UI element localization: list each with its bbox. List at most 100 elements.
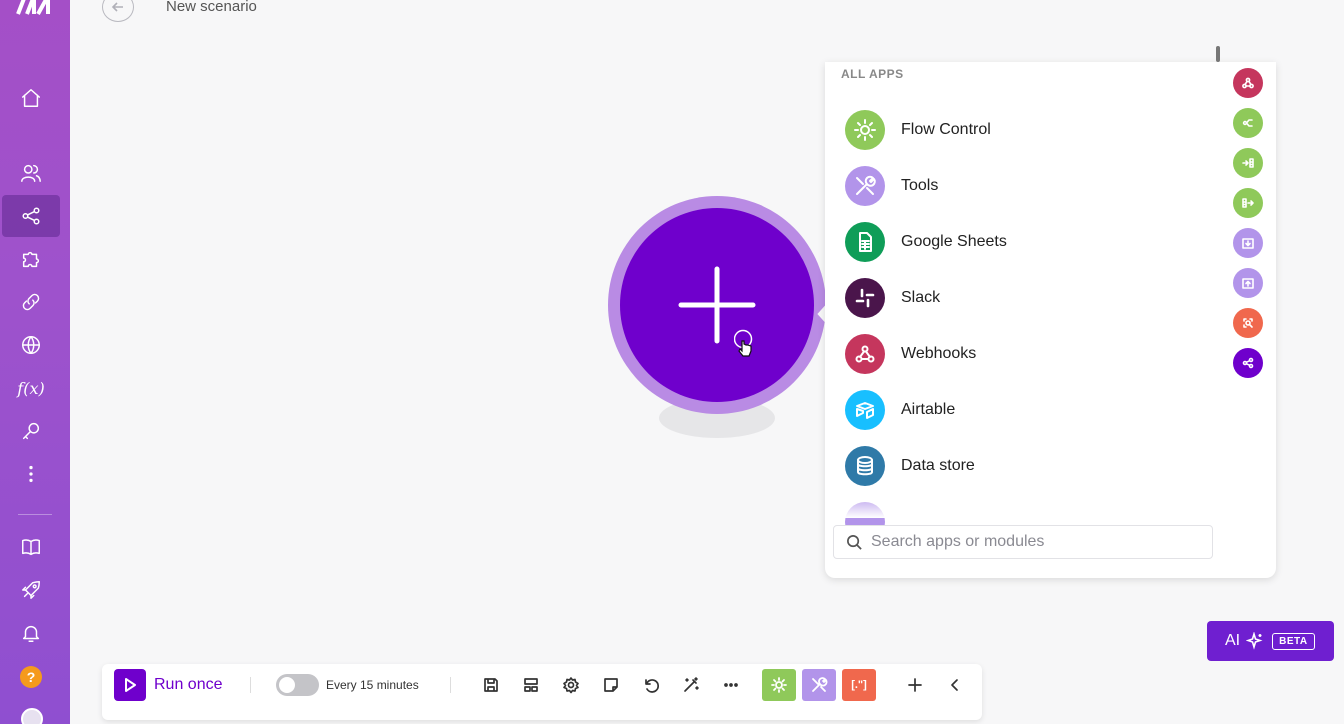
schedule-label[interactable]: Every 15 minutes: [326, 678, 419, 692]
note-icon: [604, 678, 618, 692]
ai-label: AI: [1225, 632, 1241, 649]
apps-panel: ALL APPS Flow Control Tools Google Sheet…: [825, 62, 1276, 578]
gear-icon: [771, 677, 787, 693]
chevron-left-icon: [951, 679, 958, 691]
app-label: Tools: [901, 177, 939, 194]
mini-search-icon[interactable]: [1233, 308, 1263, 338]
flow-control-app-button[interactable]: [762, 669, 796, 701]
back-button[interactable]: [102, 0, 134, 22]
sidebar-item-docs[interactable]: [2, 526, 60, 568]
sidebar-item-notifications[interactable]: [2, 612, 60, 654]
gear-icon: [845, 110, 885, 150]
puzzle-icon: [22, 251, 40, 268]
app-label: Webhooks: [901, 345, 977, 362]
search-field[interactable]: [833, 525, 1213, 559]
hand-cursor-icon: [734, 329, 753, 357]
beta-badge: BETA: [1272, 632, 1315, 650]
sidebar-item-keys[interactable]: [2, 410, 60, 452]
panel-heading: ALL APPS: [841, 67, 904, 81]
notes-button[interactable]: [600, 674, 622, 696]
sidebar-item-templates[interactable]: [2, 238, 60, 280]
sidebar-item-more[interactable]: [2, 453, 60, 495]
avatar[interactable]: [21, 708, 43, 724]
bell-icon: [22, 625, 40, 642]
book-icon: [22, 539, 40, 556]
sidebar: f(x) ?: [0, 0, 70, 724]
app-item-tools[interactable]: Tools: [845, 166, 938, 206]
auto-align-button[interactable]: [680, 674, 702, 696]
app-label: Slack: [901, 289, 941, 306]
make-logo[interactable]: [16, 0, 52, 16]
sidebar-item-team[interactable]: [2, 152, 60, 194]
app-item-airtable[interactable]: Airtable: [845, 390, 955, 430]
sidebar-item-help[interactable]: ?: [2, 656, 60, 698]
gear-icon: [563, 677, 579, 694]
run-once-label: Run once: [154, 676, 223, 693]
mini-upload-icon[interactable]: [1233, 268, 1263, 298]
airtable-icon: [845, 390, 885, 430]
ai-assistant-button[interactable]: AI BETA: [1207, 621, 1334, 661]
scrollbar-thumb[interactable]: [1216, 46, 1220, 62]
slack-icon: [845, 278, 885, 318]
text-parser-app-button[interactable]: [."]: [842, 669, 876, 701]
list-fade: [825, 498, 1225, 518]
app-item-google-sheets[interactable]: Google Sheets: [845, 222, 1007, 262]
undo-button[interactable]: [640, 674, 662, 696]
webhook-icon: [845, 334, 885, 374]
more-horizontal-icon: [724, 683, 738, 687]
app-label: Data store: [901, 457, 975, 474]
app-label: Flow Control: [901, 121, 991, 138]
collapse-toolbar-button[interactable]: [944, 674, 966, 696]
more-vertical-icon: [29, 465, 33, 483]
page-title: New scenario: [166, 0, 257, 15]
text-parser-icon: [."]: [851, 679, 867, 691]
tools-icon: [845, 166, 885, 206]
sparkle-icon: [1246, 632, 1263, 650]
play-icon: [114, 669, 146, 701]
app-item-webhooks[interactable]: Webhooks: [845, 334, 976, 374]
save-button[interactable]: [480, 674, 502, 696]
mini-download-icon[interactable]: [1233, 228, 1263, 258]
sidebar-item-home[interactable]: [2, 77, 60, 119]
app-label: Airtable: [901, 401, 956, 418]
sidebar-item-webhooks[interactable]: [2, 324, 60, 366]
rocket-icon: [22, 581, 40, 599]
save-icon: [484, 678, 498, 692]
sidebar-item-scenarios[interactable]: [2, 195, 60, 237]
bottom-toolbar: Run once Every 15 minutes [."]: [102, 664, 982, 720]
undo-icon: [645, 679, 659, 693]
mini-share-icon[interactable]: [1233, 348, 1263, 378]
more-button[interactable]: [720, 674, 742, 696]
magic-wand-icon: [684, 677, 699, 692]
mini-router-icon[interactable]: [1233, 108, 1263, 138]
add-module-button[interactable]: [620, 208, 814, 402]
sidebar-item-functions[interactable]: f(x): [2, 367, 60, 409]
app-item-slack[interactable]: Slack: [845, 278, 940, 318]
users-icon: [21, 164, 41, 182]
mini-aggregator-icon[interactable]: [1233, 148, 1263, 178]
run-once-button[interactable]: Run once: [114, 669, 223, 701]
tools-app-button[interactable]: [802, 669, 836, 701]
sidebar-item-connections[interactable]: [2, 281, 60, 323]
share-icon: [22, 207, 40, 225]
add-button[interactable]: [904, 674, 926, 696]
search-input[interactable]: [871, 533, 1191, 551]
app-item-data-store[interactable]: Data store: [845, 446, 975, 486]
toolbar-divider: [450, 677, 451, 693]
app-item-flow-control[interactable]: Flow Control: [845, 110, 991, 150]
database-icon: [845, 446, 885, 486]
template-icon: [524, 678, 538, 692]
scenario-settings-button[interactable]: [520, 674, 542, 696]
arrow-left-icon: [111, 2, 123, 12]
settings-button[interactable]: [560, 674, 582, 696]
mini-webhook-icon[interactable]: [1233, 68, 1263, 98]
sheet-icon: [845, 222, 885, 262]
mini-iterator-icon[interactable]: [1233, 188, 1263, 218]
sidebar-divider: [18, 514, 52, 515]
key-icon: [22, 422, 40, 440]
sidebar-item-whats-new[interactable]: [2, 569, 60, 611]
schedule-toggle[interactable]: [276, 674, 319, 696]
app-label: Google Sheets: [901, 233, 1007, 250]
tools-icon: [812, 677, 828, 692]
home-icon: [22, 89, 40, 107]
